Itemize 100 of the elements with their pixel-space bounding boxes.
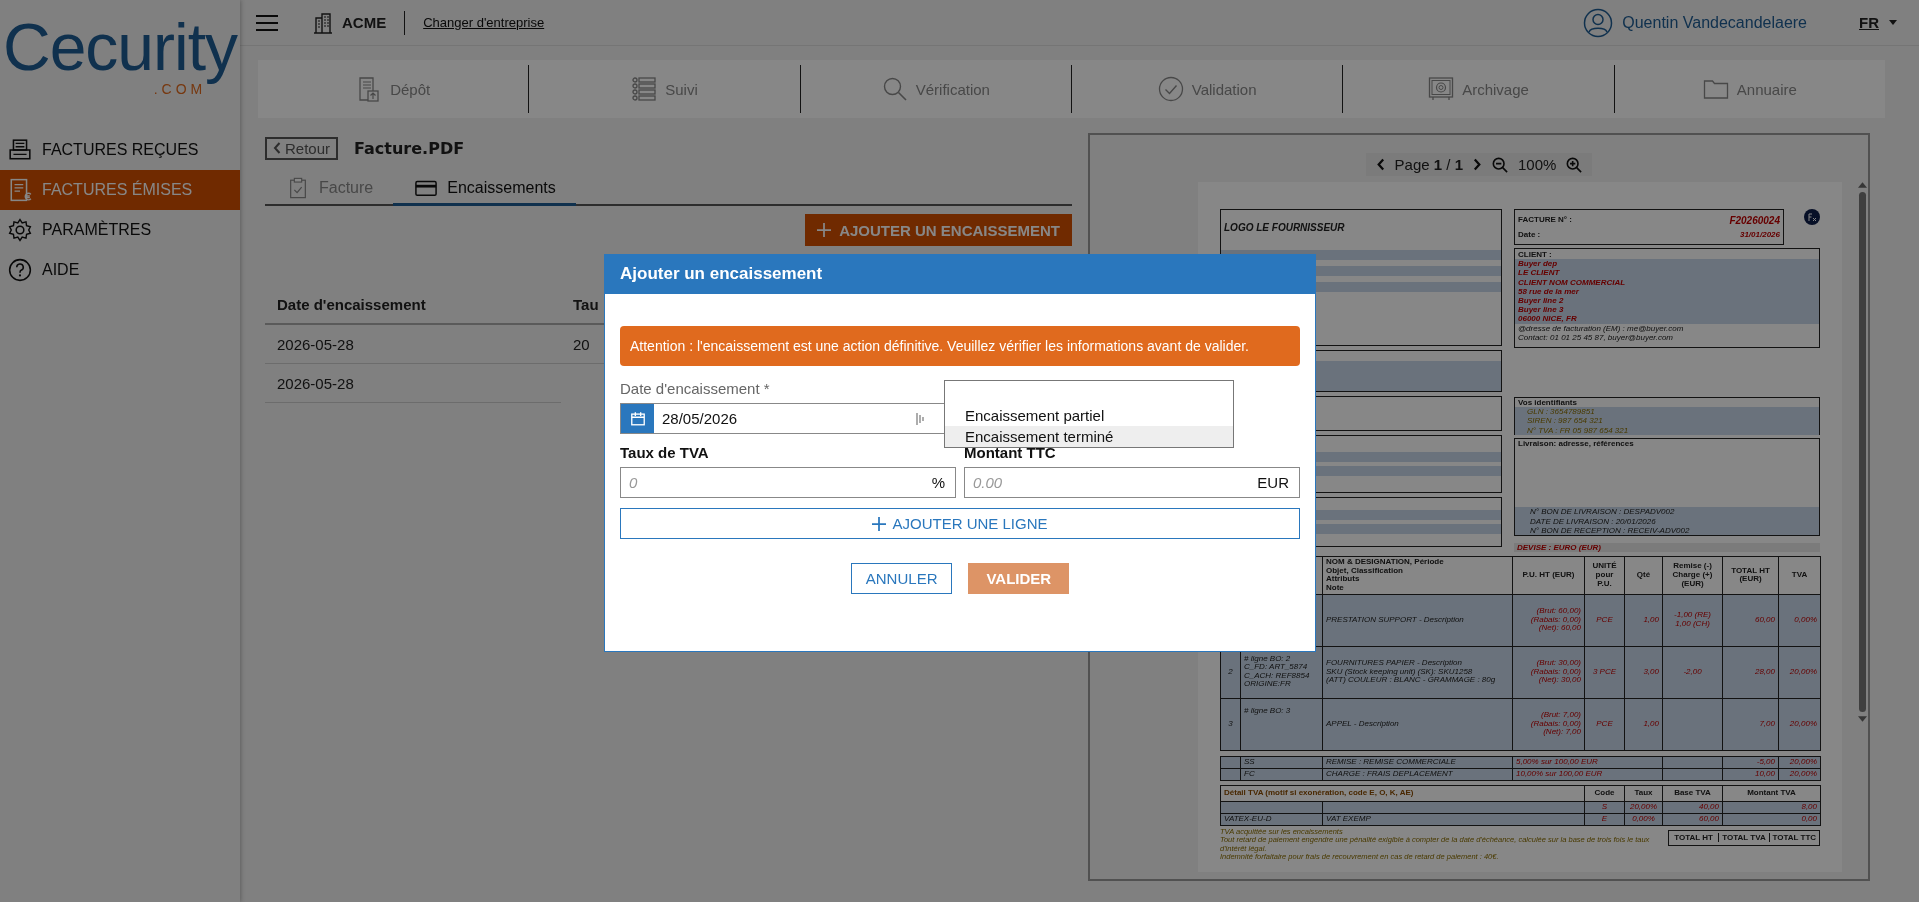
scroll-down-icon[interactable] <box>1857 716 1867 722</box>
allowance-amount: -5,00 <box>1722 756 1779 769</box>
dropdown-option[interactable]: Encaissement terminé <box>945 426 1233 447</box>
add-payment-button[interactable]: AJOUTER UN ENCAISSEMENT <box>805 214 1072 246</box>
nav-tab[interactable]: Annuaire <box>1614 65 1885 113</box>
client-address-line: LE CLIENT <box>1518 268 1561 278</box>
client-address-line: Buyer dep <box>1518 259 1559 269</box>
gear-icon <box>8 218 32 242</box>
chevron-left-icon[interactable] <box>1375 158 1385 171</box>
table-cell: 2026-05-28 <box>265 363 561 403</box>
nav-tab[interactable]: Suivi <box>529 65 801 113</box>
invoice-column-header: Qté <box>1624 556 1663 595</box>
allowance-basis: 5,00% sur 100,00 EUR <box>1512 756 1663 769</box>
language-selector[interactable]: FR <box>1859 14 1879 31</box>
client-address-line: 06000 NICE, FR <box>1518 314 1578 324</box>
check-circle-icon <box>1157 76 1184 102</box>
unit-label: % <box>931 474 945 491</box>
allowance-vat: 20,00% <box>1778 756 1821 769</box>
company-name: ACME <box>342 14 387 31</box>
cancel-button[interactable]: ANNULER <box>850 563 953 594</box>
text-cursor-icon <box>915 411 925 426</box>
invoice-column-header: TVA <box>1778 556 1821 595</box>
chevron-left-icon <box>273 142 281 154</box>
client-address-line: 58 rue de la mer <box>1518 286 1580 296</box>
tab[interactable]: Encaissements <box>393 173 576 206</box>
line-unit: PCE <box>1584 698 1625 751</box>
line-number: 3 <box>1228 718 1233 728</box>
zoom-level: 100% <box>1518 156 1557 173</box>
invoice-icon <box>8 178 32 202</box>
line-unit: PCE <box>1584 594 1625 647</box>
line-unit-price: (Brut: 7,00) (Rabais: 0,00) (Net): 7,00 <box>1512 698 1585 751</box>
line-vat: 20,00% <box>1778 646 1821 699</box>
nav-tab[interactable]: Archivage <box>1343 65 1615 113</box>
totals-header: TOTAL TTC <box>1771 832 1818 843</box>
vat-column-header: Montant TVA <box>1722 785 1821 802</box>
line-vat: 0,00% <box>1778 594 1821 647</box>
change-company-link[interactable]: Changer d'entreprise <box>423 15 545 30</box>
field-label: Date d'encaissement * <box>620 380 771 397</box>
vat-rate-input[interactable]: 0 <box>621 474 932 491</box>
line-reference: # ligne BO: 3 <box>1244 705 1291 715</box>
line-designation: PRESTATION SUPPORT - Description <box>1322 594 1513 647</box>
zoom-in-icon[interactable] <box>1566 156 1583 173</box>
line-total: 60,00 <box>1722 594 1779 647</box>
line-reference: # ligne BO: 2 C_FD: ART_5874 C_ACH: REF8854 ORIGINE:FR <box>1244 653 1310 689</box>
client-label: CLIENT : <box>1518 250 1553 260</box>
scroll-up-icon[interactable] <box>1857 182 1867 188</box>
zoom-out-icon[interactable] <box>1492 156 1508 173</box>
dialog-title: Ajouter un encaissement <box>604 254 1316 294</box>
nav-tab[interactable]: Validation <box>1072 65 1344 113</box>
line-unit: 3 PCE <box>1584 646 1625 699</box>
invoice-number: F20260024 <box>1729 214 1780 227</box>
invoice-column-header: UNITÉ pour P.U. <box>1584 556 1625 595</box>
amount-field[interactable]: 0.00 EUR <box>964 467 1300 498</box>
user-icon[interactable] <box>1583 7 1614 38</box>
sidebar-item[interactable]: FACTURES REÇUES <box>0 130 240 170</box>
client-address-line: Buyer line 3 <box>1518 305 1565 315</box>
identifiers-label: Vos identifiants <box>1518 398 1578 408</box>
invoice-column-header: P.U. HT (EUR) <box>1512 556 1585 595</box>
sidebar-item[interactable]: FACTURES ÉMISES <box>0 170 240 210</box>
nav-tab[interactable]: Dépôt <box>258 65 530 113</box>
column-header: Date d'encaissement <box>265 286 561 324</box>
seal-icon <box>1804 209 1820 225</box>
help-icon <box>8 258 32 282</box>
line-quantity: 1,00 <box>1624 594 1663 647</box>
allowance-label: REMISE : REMISE COMMERCIALE <box>1322 756 1513 769</box>
plus-icon <box>872 516 887 531</box>
client-billing-email: @dresse de facturation (EM) : me@buyer.com <box>1518 323 1685 333</box>
vat-exemption-code: VATEX-EU-D <box>1224 814 1272 823</box>
sidebar-item[interactable]: AIDE <box>0 250 240 290</box>
scrollbar-thumb[interactable] <box>1858 192 1866 712</box>
add-line-button[interactable]: AJOUTER UNE LIGNE <box>620 508 1300 539</box>
line-unit-price: (Brut: 60,00) (Rabais: 0,00) (Net): 60,00 <box>1512 594 1585 647</box>
invoice-date: 31/01/2026 <box>1739 230 1780 240</box>
menu-icon[interactable] <box>256 14 278 31</box>
chevron-right-icon[interactable] <box>1473 158 1482 171</box>
calendar-icon <box>629 410 646 427</box>
scrollbar[interactable] <box>1856 182 1868 722</box>
plus-icon <box>817 223 832 237</box>
date-input[interactable]: 28/05/2026 <box>654 410 915 427</box>
unit-label: EUR <box>1257 474 1289 491</box>
invoice-date-label: Date : <box>1518 230 1541 240</box>
sidebar-item[interactable]: PARAMÈTRES <box>0 210 240 250</box>
allowance-code: SS <box>1240 756 1323 769</box>
tab[interactable]: Facture <box>265 173 394 206</box>
invoice-number-label: FACTURE N° : <box>1518 214 1572 226</box>
line-total: 7,00 <box>1722 698 1779 751</box>
line-quantity: 1,00 <box>1624 698 1663 751</box>
amount-input[interactable]: 0.00 <box>965 474 1258 491</box>
line-quantity: 3,00 <box>1624 646 1663 699</box>
caret-icon[interactable] <box>1889 20 1897 25</box>
calendar-button[interactable] <box>621 404 654 433</box>
vat-rate-field[interactable]: 0 % <box>620 467 956 498</box>
back-button[interactable]: Retour <box>265 136 339 160</box>
currency-label: DEVISE : EURO (EUR) <box>1514 543 1820 553</box>
client-address-line: CLIENT NOM COMMERCIAL <box>1518 277 1627 287</box>
nav-tab[interactable]: Vérification <box>800 65 1072 113</box>
line-adjustment: -2,00 <box>1683 666 1702 676</box>
invoice-column-header: NOM & DESIGNATION, Période Objet, Classification Attributs Note <box>1322 556 1513 595</box>
field-label: Montant TTC <box>964 444 1057 461</box>
user-name[interactable]: Quentin Vandecandelaere <box>1622 13 1807 32</box>
